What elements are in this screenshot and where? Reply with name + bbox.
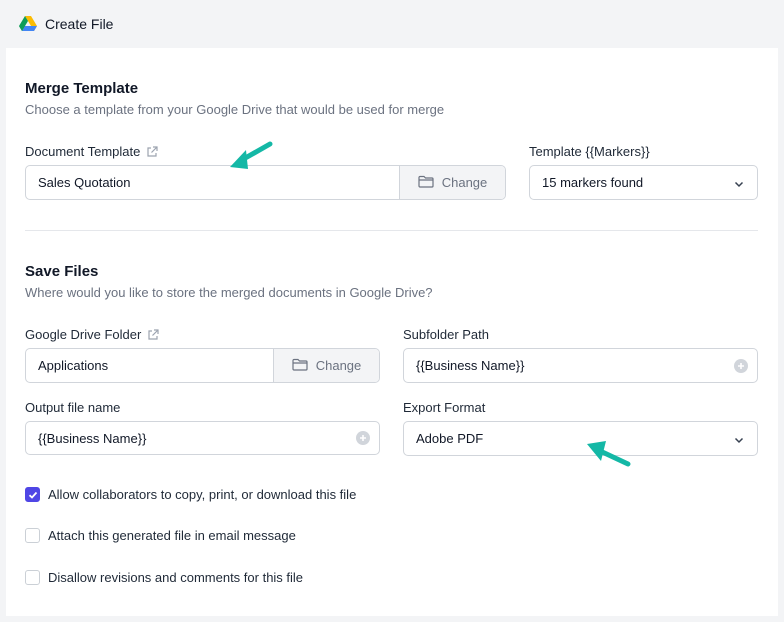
output-name-input[interactable]: {{Business Name}} (25, 421, 380, 455)
export-format-value: Adobe PDF (416, 431, 484, 446)
checkmark-icon (28, 491, 37, 499)
external-link-icon[interactable] (147, 328, 159, 341)
option-allow-collaborators[interactable]: Allow collaborators to copy, print, or d… (25, 487, 356, 502)
folder-icon (418, 175, 434, 191)
folder-icon (292, 358, 308, 374)
create-file-panel: Merge Template Choose a template from yo… (6, 48, 778, 616)
merge-template-title: Merge Template (25, 80, 139, 97)
subfolder-label: Subfolder Path (403, 327, 490, 342)
drive-folder-value[interactable]: Applications (26, 358, 273, 373)
add-marker-icon[interactable] (734, 358, 748, 373)
output-name-value[interactable]: {{Business Name}} (26, 431, 356, 446)
markers-label: Template {{Markers}} (529, 144, 650, 159)
save-files-description: Where would you like to store the merged… (25, 285, 433, 300)
chevron-down-icon (733, 177, 745, 189)
annotation-arrow-icon (230, 141, 273, 169)
add-marker-icon[interactable] (356, 431, 370, 445)
export-format-select[interactable]: Adobe PDF (403, 421, 758, 456)
external-link-icon[interactable] (146, 145, 158, 158)
document-template-change-button[interactable]: Change (399, 166, 505, 199)
google-drive-icon (19, 16, 37, 32)
page-title: Create File (45, 16, 114, 32)
drive-folder-change-button[interactable]: Change (273, 349, 379, 382)
disallow-revisions-checkbox[interactable] (25, 570, 40, 585)
output-name-label: Output file name (25, 400, 121, 415)
document-template-label: Document Template (25, 144, 158, 159)
export-format-label: Export Format (403, 400, 486, 415)
option-disallow-revisions[interactable]: Disallow revisions and comments for this… (25, 570, 303, 585)
subfolder-input[interactable]: {{Business Name}} (403, 348, 758, 383)
title-bar: Create File (0, 0, 784, 48)
document-template-value[interactable]: Sales Quotation (26, 175, 399, 190)
subfolder-value[interactable]: {{Business Name}} (404, 358, 734, 373)
merge-template-description: Choose a template from your Google Drive… (25, 102, 445, 117)
drive-folder-field[interactable]: Applications Change (25, 348, 380, 383)
markers-select[interactable]: 15 markers found (529, 165, 758, 200)
markers-value: 15 markers found (542, 175, 644, 190)
option-attach-email[interactable]: Attach this generated file in email mess… (25, 528, 296, 543)
annotation-arrow-icon (587, 441, 631, 467)
section-divider (25, 230, 758, 231)
save-files-title: Save Files (25, 263, 99, 280)
drive-folder-label: Google Drive Folder (25, 327, 159, 342)
chevron-down-icon (733, 433, 745, 445)
attach-email-checkbox[interactable] (25, 528, 40, 543)
allow-collaborators-checkbox[interactable] (25, 487, 40, 502)
